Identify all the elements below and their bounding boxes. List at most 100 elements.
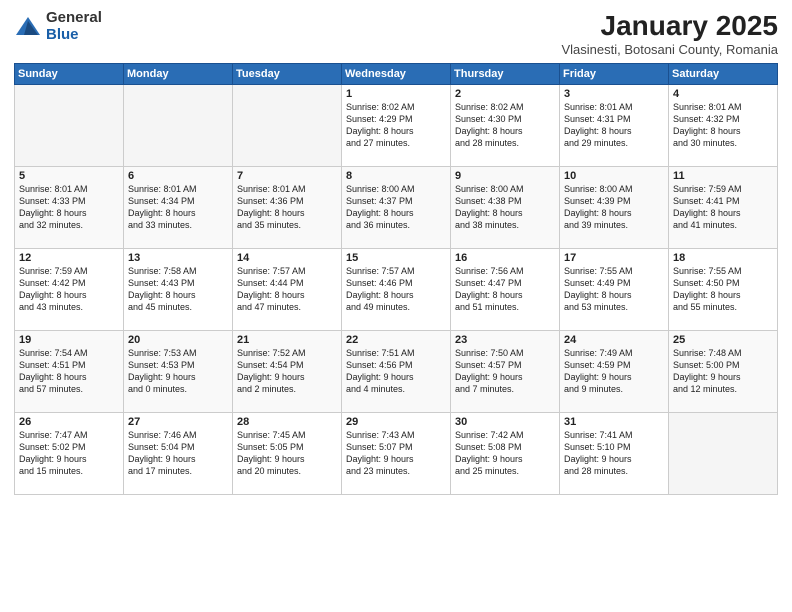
day-number: 26 <box>19 416 119 428</box>
calendar-cell: 27Sunrise: 7:46 AM Sunset: 5:04 PM Dayli… <box>124 413 233 495</box>
day-info: Sunrise: 7:55 AM Sunset: 4:49 PM Dayligh… <box>564 265 664 314</box>
day-info: Sunrise: 7:56 AM Sunset: 4:47 PM Dayligh… <box>455 265 555 314</box>
day-header-tuesday: Tuesday <box>233 64 342 85</box>
calendar-cell: 14Sunrise: 7:57 AM Sunset: 4:44 PM Dayli… <box>233 249 342 331</box>
day-number: 22 <box>346 334 446 346</box>
day-info: Sunrise: 8:01 AM Sunset: 4:34 PM Dayligh… <box>128 183 228 232</box>
day-number: 8 <box>346 170 446 182</box>
day-info: Sunrise: 8:02 AM Sunset: 4:29 PM Dayligh… <box>346 101 446 150</box>
week-row-5: 26Sunrise: 7:47 AM Sunset: 5:02 PM Dayli… <box>15 413 778 495</box>
day-info: Sunrise: 7:58 AM Sunset: 4:43 PM Dayligh… <box>128 265 228 314</box>
day-number: 28 <box>237 416 337 428</box>
calendar-cell <box>669 413 778 495</box>
calendar-cell: 11Sunrise: 7:59 AM Sunset: 4:41 PM Dayli… <box>669 167 778 249</box>
calendar-cell: 13Sunrise: 7:58 AM Sunset: 4:43 PM Dayli… <box>124 249 233 331</box>
calendar-cell: 9Sunrise: 8:00 AM Sunset: 4:38 PM Daylig… <box>451 167 560 249</box>
day-number: 25 <box>673 334 773 346</box>
day-header-sunday: Sunday <box>15 64 124 85</box>
day-info: Sunrise: 7:48 AM Sunset: 5:00 PM Dayligh… <box>673 347 773 396</box>
calendar-subtitle: Vlasinesti, Botosani County, Romania <box>561 42 778 57</box>
day-number: 30 <box>455 416 555 428</box>
calendar-cell: 3Sunrise: 8:01 AM Sunset: 4:31 PM Daylig… <box>560 85 669 167</box>
day-info: Sunrise: 7:50 AM Sunset: 4:57 PM Dayligh… <box>455 347 555 396</box>
day-info: Sunrise: 7:49 AM Sunset: 4:59 PM Dayligh… <box>564 347 664 396</box>
day-info: Sunrise: 8:01 AM Sunset: 4:33 PM Dayligh… <box>19 183 119 232</box>
day-info: Sunrise: 7:59 AM Sunset: 4:41 PM Dayligh… <box>673 183 773 232</box>
day-number: 20 <box>128 334 228 346</box>
calendar-cell: 16Sunrise: 7:56 AM Sunset: 4:47 PM Dayli… <box>451 249 560 331</box>
day-header-saturday: Saturday <box>669 64 778 85</box>
day-number: 12 <box>19 252 119 264</box>
day-info: Sunrise: 7:53 AM Sunset: 4:53 PM Dayligh… <box>128 347 228 396</box>
calendar-cell: 19Sunrise: 7:54 AM Sunset: 4:51 PM Dayli… <box>15 331 124 413</box>
title-block: January 2025 Vlasinesti, Botosani County… <box>561 10 778 57</box>
calendar-cell: 20Sunrise: 7:53 AM Sunset: 4:53 PM Dayli… <box>124 331 233 413</box>
day-number: 23 <box>455 334 555 346</box>
day-info: Sunrise: 8:02 AM Sunset: 4:30 PM Dayligh… <box>455 101 555 150</box>
day-number: 7 <box>237 170 337 182</box>
day-info: Sunrise: 8:00 AM Sunset: 4:37 PM Dayligh… <box>346 183 446 232</box>
day-header-wednesday: Wednesday <box>342 64 451 85</box>
day-number: 13 <box>128 252 228 264</box>
logo: General Blue <box>14 10 102 43</box>
calendar-cell: 5Sunrise: 8:01 AM Sunset: 4:33 PM Daylig… <box>15 167 124 249</box>
day-info: Sunrise: 8:01 AM Sunset: 4:31 PM Dayligh… <box>564 101 664 150</box>
page: General Blue January 2025 Vlasinesti, Bo… <box>0 0 792 612</box>
week-row-4: 19Sunrise: 7:54 AM Sunset: 4:51 PM Dayli… <box>15 331 778 413</box>
calendar-cell: 24Sunrise: 7:49 AM Sunset: 4:59 PM Dayli… <box>560 331 669 413</box>
day-info: Sunrise: 8:00 AM Sunset: 4:39 PM Dayligh… <box>564 183 664 232</box>
week-row-1: 1Sunrise: 8:02 AM Sunset: 4:29 PM Daylig… <box>15 85 778 167</box>
day-number: 21 <box>237 334 337 346</box>
day-number: 24 <box>564 334 664 346</box>
logo-blue: Blue <box>46 27 102 44</box>
day-info: Sunrise: 7:59 AM Sunset: 4:42 PM Dayligh… <box>19 265 119 314</box>
calendar-cell: 6Sunrise: 8:01 AM Sunset: 4:34 PM Daylig… <box>124 167 233 249</box>
calendar-cell: 22Sunrise: 7:51 AM Sunset: 4:56 PM Dayli… <box>342 331 451 413</box>
calendar-cell: 31Sunrise: 7:41 AM Sunset: 5:10 PM Dayli… <box>560 413 669 495</box>
day-number: 14 <box>237 252 337 264</box>
week-row-3: 12Sunrise: 7:59 AM Sunset: 4:42 PM Dayli… <box>15 249 778 331</box>
day-number: 19 <box>19 334 119 346</box>
calendar-cell <box>15 85 124 167</box>
day-header-monday: Monday <box>124 64 233 85</box>
logo-general: General <box>46 10 102 27</box>
day-info: Sunrise: 7:45 AM Sunset: 5:05 PM Dayligh… <box>237 429 337 478</box>
calendar-cell: 21Sunrise: 7:52 AM Sunset: 4:54 PM Dayli… <box>233 331 342 413</box>
calendar-cell: 7Sunrise: 8:01 AM Sunset: 4:36 PM Daylig… <box>233 167 342 249</box>
calendar-cell: 30Sunrise: 7:42 AM Sunset: 5:08 PM Dayli… <box>451 413 560 495</box>
calendar-cell: 25Sunrise: 7:48 AM Sunset: 5:00 PM Dayli… <box>669 331 778 413</box>
day-info: Sunrise: 7:47 AM Sunset: 5:02 PM Dayligh… <box>19 429 119 478</box>
day-number: 31 <box>564 416 664 428</box>
day-number: 15 <box>346 252 446 264</box>
header: General Blue January 2025 Vlasinesti, Bo… <box>14 10 778 57</box>
day-info: Sunrise: 7:41 AM Sunset: 5:10 PM Dayligh… <box>564 429 664 478</box>
day-info: Sunrise: 7:57 AM Sunset: 4:44 PM Dayligh… <box>237 265 337 314</box>
week-row-2: 5Sunrise: 8:01 AM Sunset: 4:33 PM Daylig… <box>15 167 778 249</box>
calendar-cell: 17Sunrise: 7:55 AM Sunset: 4:49 PM Dayli… <box>560 249 669 331</box>
day-number: 27 <box>128 416 228 428</box>
day-info: Sunrise: 7:46 AM Sunset: 5:04 PM Dayligh… <box>128 429 228 478</box>
day-number: 3 <box>564 88 664 100</box>
day-number: 2 <box>455 88 555 100</box>
calendar-cell: 2Sunrise: 8:02 AM Sunset: 4:30 PM Daylig… <box>451 85 560 167</box>
day-number: 16 <box>455 252 555 264</box>
calendar-cell: 26Sunrise: 7:47 AM Sunset: 5:02 PM Dayli… <box>15 413 124 495</box>
calendar-table: SundayMondayTuesdayWednesdayThursdayFrid… <box>14 63 778 495</box>
calendar-title: January 2025 <box>561 10 778 42</box>
day-header-friday: Friday <box>560 64 669 85</box>
day-info: Sunrise: 7:43 AM Sunset: 5:07 PM Dayligh… <box>346 429 446 478</box>
calendar-cell: 1Sunrise: 8:02 AM Sunset: 4:29 PM Daylig… <box>342 85 451 167</box>
day-number: 1 <box>346 88 446 100</box>
day-header-thursday: Thursday <box>451 64 560 85</box>
calendar-cell: 28Sunrise: 7:45 AM Sunset: 5:05 PM Dayli… <box>233 413 342 495</box>
calendar-cell: 12Sunrise: 7:59 AM Sunset: 4:42 PM Dayli… <box>15 249 124 331</box>
day-info: Sunrise: 8:01 AM Sunset: 4:36 PM Dayligh… <box>237 183 337 232</box>
day-info: Sunrise: 7:51 AM Sunset: 4:56 PM Dayligh… <box>346 347 446 396</box>
day-number: 11 <box>673 170 773 182</box>
day-info: Sunrise: 7:42 AM Sunset: 5:08 PM Dayligh… <box>455 429 555 478</box>
day-info: Sunrise: 7:52 AM Sunset: 4:54 PM Dayligh… <box>237 347 337 396</box>
logo-text: General Blue <box>46 10 102 43</box>
calendar-cell: 4Sunrise: 8:01 AM Sunset: 4:32 PM Daylig… <box>669 85 778 167</box>
calendar-cell: 23Sunrise: 7:50 AM Sunset: 4:57 PM Dayli… <box>451 331 560 413</box>
day-info: Sunrise: 7:54 AM Sunset: 4:51 PM Dayligh… <box>19 347 119 396</box>
